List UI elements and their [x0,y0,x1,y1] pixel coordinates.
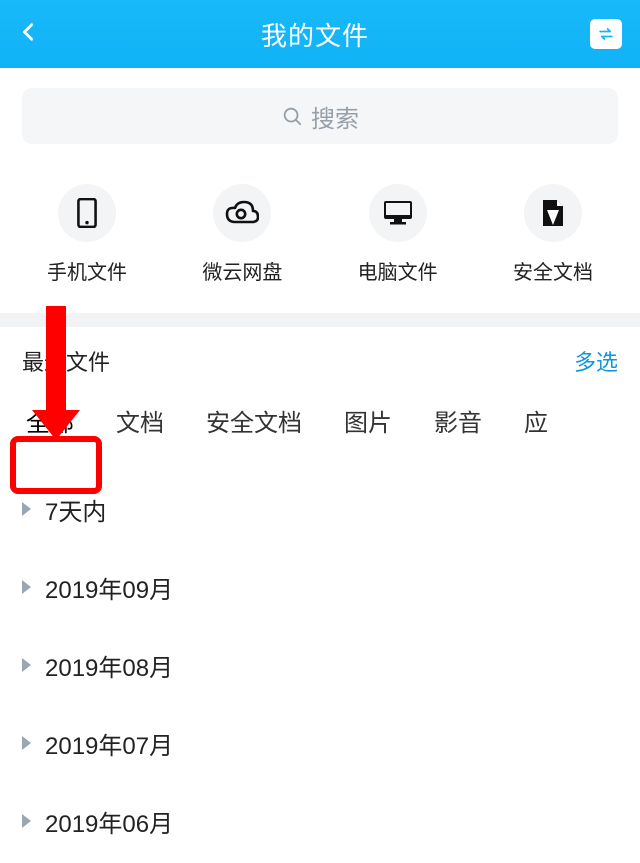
back-icon[interactable] [18,21,40,48]
filter-tabs: 全部 文档 安全文档 图片 影音 应 [0,387,640,462]
section-divider [0,313,640,327]
tab-secure-doc[interactable]: 安全文档 [202,397,306,444]
cloud-icon [213,184,271,242]
category-weiyun[interactable]: 微云网盘 [177,184,307,285]
date-group-list: 7天内 2019年09月 2019年08月 2019年07月 2019年06月 [0,462,640,860]
category-row: 手机文件 微云网盘 电脑文件 安全文档 [0,154,640,313]
category-pc[interactable]: 电脑文件 [333,184,463,285]
category-label: 安全文档 [513,256,593,285]
transfer-icon[interactable] [590,19,622,49]
group-label: 2019年08月 [45,648,173,683]
phone-icon [58,184,116,242]
group-label: 7天内 [45,492,106,527]
date-group[interactable]: 2019年09月 [22,548,618,626]
monitor-icon [369,184,427,242]
date-group[interactable]: 7天内 [22,470,618,548]
tab-apps[interactable]: 应 [520,397,552,444]
chevron-right-icon [22,814,31,828]
chevron-right-icon [22,502,31,516]
page-title: 我的文件 [261,16,369,53]
date-group[interactable]: 2019年06月 [22,782,618,860]
search-icon [281,105,303,127]
search-placeholder: 搜索 [311,99,359,134]
chevron-right-icon [22,658,31,672]
recent-files-label: 最近文件 [22,345,110,377]
search-input[interactable]: 搜索 [22,88,618,144]
search-container: 搜索 [0,68,640,154]
chevron-right-icon [22,580,31,594]
date-group[interactable]: 2019年07月 [22,704,618,782]
category-label: 微云网盘 [202,256,282,285]
date-group[interactable]: 2019年08月 [22,626,618,704]
group-label: 2019年06月 [45,804,173,839]
chevron-right-icon [22,736,31,750]
category-label: 电脑文件 [358,256,438,285]
tab-images[interactable]: 图片 [340,397,396,444]
tab-documents[interactable]: 文档 [112,397,168,444]
category-phone[interactable]: 手机文件 [22,184,152,285]
tab-media[interactable]: 影音 [430,397,486,444]
multi-select-button[interactable]: 多选 [574,345,618,377]
group-label: 2019年09月 [45,570,173,605]
group-label: 2019年07月 [45,726,173,761]
header-bar: 我的文件 [0,0,640,68]
section-header: 最近文件 多选 [0,327,640,387]
category-secure[interactable]: 安全文档 [488,184,618,285]
secure-doc-icon [524,184,582,242]
category-label: 手机文件 [47,256,127,285]
tab-all[interactable]: 全部 [22,397,78,444]
